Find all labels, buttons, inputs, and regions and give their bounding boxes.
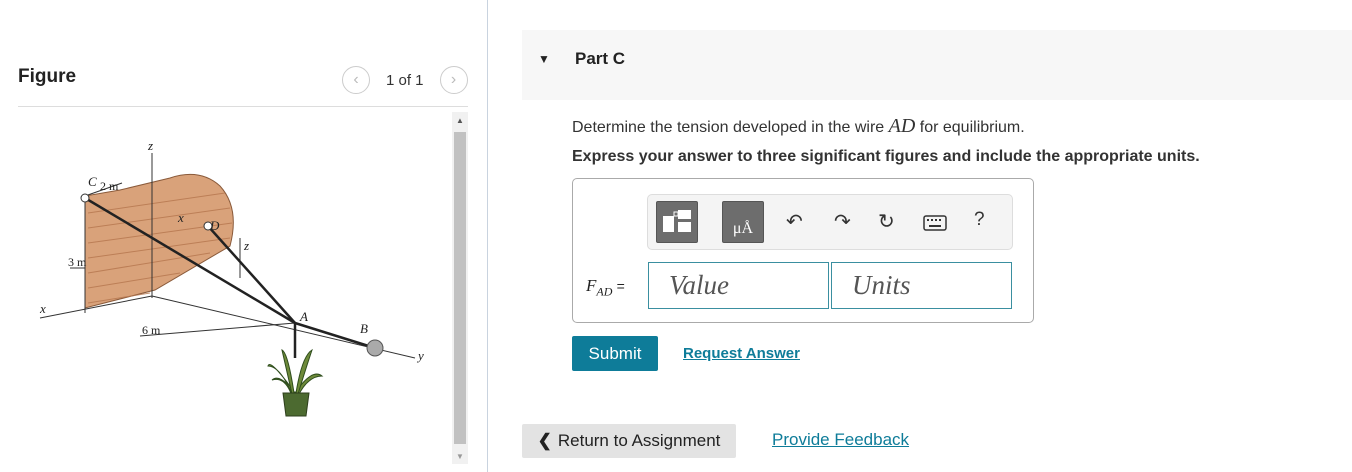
chevron-left-icon: ❮	[537, 431, 552, 450]
figure-pager: ‹ 1 of 1 ›	[342, 66, 468, 94]
variable-subscript: AD	[596, 284, 613, 299]
label-a: A	[299, 309, 308, 324]
templates-icon	[663, 210, 691, 232]
pager-text: 1 of 1	[386, 71, 424, 89]
label-z-small: z	[243, 238, 249, 253]
request-answer-link[interactable]: Request Answer	[683, 345, 800, 362]
label-b: B	[360, 321, 368, 336]
submit-button[interactable]: Submit	[572, 336, 658, 371]
chevron-left-icon: ‹	[353, 71, 359, 88]
label-2m: 2 m	[100, 179, 119, 193]
math-toolbar: μÅ ↶ ↷ ↻ ?	[647, 194, 1013, 250]
variable-symbol: F	[586, 276, 597, 295]
label-y-axis: y	[416, 348, 424, 363]
instruction-text: Express your answer to three significant…	[572, 148, 1200, 165]
redo-icon[interactable]: ↷	[834, 209, 851, 234]
label-x-axis: x	[39, 301, 46, 316]
reset-icon[interactable]: ↻	[878, 209, 895, 234]
caret-down-icon[interactable]: ▼	[538, 52, 550, 66]
value-placeholder: Value	[669, 270, 729, 300]
label-z-top: z	[147, 138, 153, 153]
part-header[interactable]	[522, 30, 1352, 100]
figure-panel: Figure ‹ 1 of 1 › z C x D z x A B y 2 m …	[0, 0, 488, 472]
help-icon[interactable]: ?	[974, 209, 985, 231]
figure-divider	[18, 106, 468, 107]
label-6m: 6 m	[142, 323, 161, 337]
part-title[interactable]: Part C	[575, 49, 625, 69]
figure-scrollbar[interactable]: ▲ ▼	[452, 112, 468, 464]
label-3m: 3 m	[68, 255, 87, 269]
scroll-down-icon[interactable]: ▼	[452, 448, 468, 464]
value-input[interactable]: Value	[648, 262, 829, 309]
figure-title: Figure	[18, 66, 77, 87]
return-label: Return to Assignment	[557, 431, 721, 450]
question-symbol: AD	[888, 115, 916, 137]
return-to-assignment-button[interactable]: ❮ Return to Assignment	[522, 424, 736, 458]
equals-sign: =	[616, 278, 625, 294]
next-figure-button[interactable]: ›	[439, 66, 468, 94]
prev-figure-button[interactable]: ‹	[342, 66, 370, 94]
label-c: C	[88, 174, 97, 189]
figure-diagram: z C x D z x A B y 2 m 3 m 6 m	[39, 138, 424, 417]
scroll-up-icon[interactable]: ▲	[452, 112, 468, 128]
chevron-right-icon: ›	[450, 71, 457, 88]
scroll-thumb[interactable]	[454, 132, 466, 444]
templates-button[interactable]	[656, 201, 698, 243]
undo-icon[interactable]: ↶	[786, 209, 803, 234]
answer-variable: FAD =	[586, 276, 625, 299]
question-text: Determine the tension developed in the w…	[572, 115, 1025, 138]
label-x-small: x	[177, 210, 184, 225]
label-d: D	[209, 218, 220, 233]
units-icon: μÅ	[732, 220, 754, 237]
keyboard-icon[interactable]	[923, 215, 947, 231]
units-placeholder: Units	[852, 270, 911, 300]
units-button[interactable]: μÅ	[722, 201, 764, 243]
units-input[interactable]: Units	[831, 262, 1012, 309]
question-prefix: Determine the tension developed in the w…	[572, 119, 885, 136]
panel-divider	[487, 0, 488, 472]
provide-feedback-link[interactable]: Provide Feedback	[772, 430, 909, 450]
question-suffix: for equilibrium.	[919, 119, 1025, 136]
